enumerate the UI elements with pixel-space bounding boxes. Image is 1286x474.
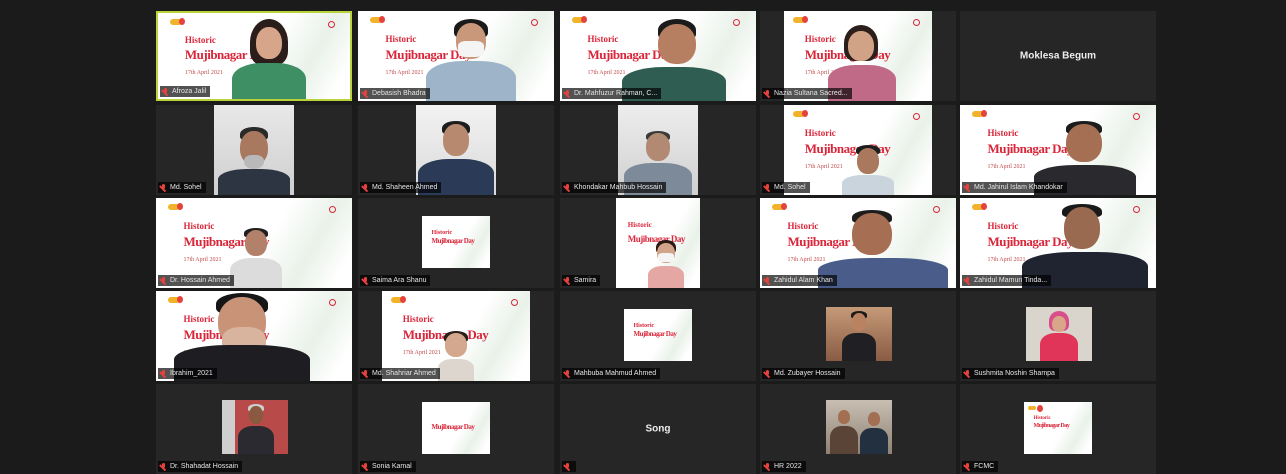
participant-name-label: Saima Ara Shanu bbox=[360, 275, 431, 286]
participant-name-label: Md. Shaheen Ahmed bbox=[360, 182, 442, 193]
mic-muted-icon bbox=[564, 369, 571, 378]
mic-muted-icon bbox=[764, 89, 771, 98]
participant-tile[interactable]: Historic Mujibnagar Day 17th April 2021 … bbox=[156, 291, 352, 381]
participant-name-label: FCMC bbox=[962, 461, 999, 472]
mic-muted-icon bbox=[160, 276, 167, 285]
mic-muted-icon bbox=[764, 276, 771, 285]
participant-tile[interactable]: Historic Mujibnagar Day 17th April 2021 … bbox=[358, 291, 554, 381]
mic-muted-icon bbox=[764, 369, 771, 378]
participant-name-label: Dr. Hossain Ahmed bbox=[158, 275, 234, 286]
participant-tile[interactable]: Historic Mujibnagar Day Mahbuba Mahmud A… bbox=[560, 291, 756, 381]
participant-tile[interactable]: Song bbox=[560, 384, 756, 474]
mic-muted-icon bbox=[564, 276, 571, 285]
participant-name-label: Md. Shahriar Ahmed bbox=[360, 368, 440, 379]
mic-muted-icon bbox=[964, 369, 971, 378]
participant-tile[interactable]: Mujibnagar Day Sonia Kamal bbox=[358, 384, 554, 474]
mic-muted-icon bbox=[964, 276, 971, 285]
video-grid: Historic Mujibnagar Day 17th April 2021 … bbox=[0, 0, 1286, 474]
participant-name-label: Zahidul Mamun Tinda... bbox=[962, 275, 1052, 286]
mic-muted-icon bbox=[362, 89, 369, 98]
participant-tile[interactable]: Historic Mujibnagar Day FCMC bbox=[960, 384, 1156, 474]
participant-name-label: Sonia Kamal bbox=[360, 461, 416, 472]
participant-name-label: Sushmita Noshin Shampa bbox=[962, 368, 1059, 379]
mic-muted-icon bbox=[160, 369, 167, 378]
participant-name-label: Dr. Shahadat Hossain bbox=[158, 461, 243, 472]
participant-name-label: Moklesa Begum bbox=[1019, 50, 1097, 62]
participant-name-label: Md. Sohel bbox=[158, 182, 206, 193]
participant-tile[interactable]: Md. Zubayer Hossain bbox=[760, 291, 956, 381]
participant-name-label: Ibrahim_2021 bbox=[158, 368, 217, 379]
participant-tile[interactable]: Moklesa Begum bbox=[960, 11, 1156, 101]
participant-tile[interactable]: Historic Mujibnagar Day 17th April 2021 … bbox=[156, 11, 352, 101]
participant-tile[interactable]: Md. Shaheen Ahmed bbox=[358, 105, 554, 195]
participant-tile[interactable]: Historic Mujibnagar Day 17th April 2021 … bbox=[960, 198, 1156, 288]
participant-name-label: Mahbuba Mahmud Ahmed bbox=[562, 368, 661, 379]
mic-muted-icon bbox=[362, 369, 369, 378]
mic-muted-icon bbox=[160, 462, 167, 471]
participant-name-label: Debasish Bhadra bbox=[360, 88, 430, 99]
participant-tile[interactable]: Historic Mujibnagar Day 17th April 2021 … bbox=[760, 198, 956, 288]
participant-tile[interactable]: Khondakar Mahbub Hossain bbox=[560, 105, 756, 195]
participant-name-label: Md. Jahirul Islam Khandokar bbox=[962, 182, 1067, 193]
participant-name-label: Zahidul Alam Khan bbox=[762, 275, 837, 286]
mic-muted-icon bbox=[764, 462, 771, 471]
participant-name-label: Md. Zubayer Hossain bbox=[762, 368, 845, 379]
participant-tile[interactable]: Historic Mujibnagar Day 17th April 2021 … bbox=[560, 11, 756, 101]
participant-tile[interactable]: Historic Mujibnagar Day 17th April 2021 … bbox=[960, 105, 1156, 195]
mic-muted-icon bbox=[964, 183, 971, 192]
mic-muted-icon bbox=[362, 462, 369, 471]
mic-muted-icon bbox=[564, 89, 571, 98]
participant-tile[interactable]: Historic Mujibnagar Day 17th April 2021 … bbox=[156, 198, 352, 288]
mic-muted-icon bbox=[362, 276, 369, 285]
participant-name-label: Nazia Sultana Sacred... bbox=[762, 88, 852, 99]
participant-tile[interactable]: Historic Mujibnagar Day 17th April 2021 … bbox=[358, 11, 554, 101]
participant-name-label: Samira bbox=[562, 275, 601, 286]
mic-muted-icon bbox=[162, 87, 169, 96]
participant-tile[interactable]: Sushmita Noshin Shampa bbox=[960, 291, 1156, 381]
participant-tile[interactable]: Dr. Shahadat Hossain bbox=[156, 384, 352, 474]
mic-muted-icon bbox=[362, 183, 369, 192]
participant-tile[interactable]: HR 2022 bbox=[760, 384, 956, 474]
mic-muted-icon bbox=[564, 183, 571, 192]
participant-name-label: Afroza Jalil bbox=[160, 86, 211, 97]
participant-name-label: Md. Sohel bbox=[762, 182, 810, 193]
participant-name-label: Song bbox=[645, 423, 671, 435]
participant-mic-indicator bbox=[562, 461, 576, 472]
participant-name-label: Dr. Mahfuzur Rahman, C... bbox=[562, 88, 662, 99]
participant-tile[interactable]: Historic Mujibnagar Day 17th April 2021 … bbox=[760, 11, 956, 101]
participant-tile[interactable]: Historic Mujibnagar Day Saima Ara Shanu bbox=[358, 198, 554, 288]
participant-tile[interactable]: Historic Mujibnagar Day 17th April 2021 … bbox=[760, 105, 956, 195]
participant-name-label: HR 2022 bbox=[762, 461, 806, 472]
participant-tile[interactable]: Historic Mujibnagar Day Samira bbox=[560, 198, 756, 288]
participant-name-label: Khondakar Mahbub Hossain bbox=[562, 182, 667, 193]
mic-muted-icon bbox=[564, 462, 571, 471]
mic-muted-icon bbox=[160, 183, 167, 192]
participant-tile[interactable]: Md. Sohel bbox=[156, 105, 352, 195]
mic-muted-icon bbox=[764, 183, 771, 192]
mic-muted-icon bbox=[964, 462, 971, 471]
